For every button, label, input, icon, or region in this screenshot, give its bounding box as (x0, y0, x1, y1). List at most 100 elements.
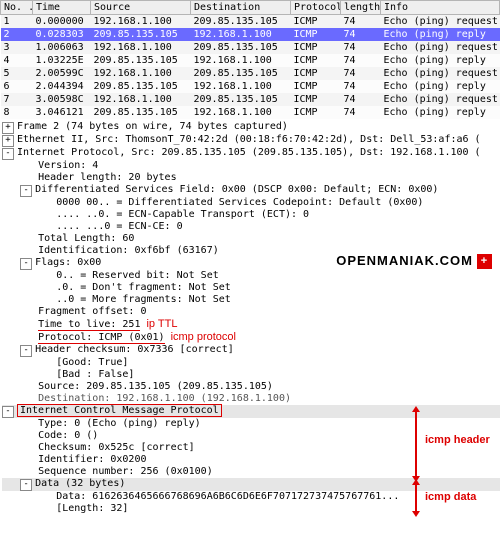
icmp-checksum: Checksum: 0x525c [correct] (38, 442, 195, 453)
cell-len: 74 (341, 28, 381, 41)
table-row[interactable]: 41.03225E209.85.135.105192.168.1.100ICMP… (1, 54, 500, 67)
cell-info: Echo (ping) reply (381, 106, 500, 119)
ip-checksum-bad: [Bad : False] (56, 369, 134, 380)
ip-source: Source: 209.85.135.105 (209.85.135.105) (38, 381, 273, 392)
cell-dst: 192.168.1.100 (191, 28, 291, 41)
ip-flag-reserved: 0.. = Reserved bit: Not Set (56, 270, 219, 281)
cell-time: 3.00598C (33, 93, 91, 106)
cell-proto: ICMP (291, 106, 341, 119)
cell-dst: 209.85.135.105 (191, 15, 291, 29)
cell-time: 0.028303 (33, 28, 91, 41)
cell-dst: 192.168.1.100 (191, 106, 291, 119)
cell-no: 6 (1, 80, 33, 93)
arrow-icmp-data (415, 484, 417, 512)
cell-dst: 192.168.1.100 (191, 80, 291, 93)
cell-info: Echo (ping) reply (381, 80, 500, 93)
icmp-identifier: Identifier: 0x0200 (38, 454, 146, 465)
cell-time: 2.00599C (33, 67, 91, 80)
col-header[interactable]: No. . (1, 1, 33, 15)
cell-proto: ICMP (291, 28, 341, 41)
table-row[interactable]: 10.000000192.168.1.100209.85.135.105ICMP… (1, 15, 500, 29)
cell-no: 2 (1, 28, 33, 41)
packet-details-tree[interactable]: +Frame 2 (74 bytes on wire, 74 bytes cap… (0, 119, 500, 517)
collapse-icon[interactable]: - (20, 479, 32, 491)
collapse-icon[interactable]: - (2, 406, 14, 418)
collapse-icon[interactable]: - (20, 185, 32, 197)
col-header[interactable]: Info (381, 1, 500, 15)
annotation-icmp-protocol: icmp protocol (171, 331, 236, 343)
cell-proto: ICMP (291, 93, 341, 106)
cell-dst: 209.85.135.105 (191, 93, 291, 106)
ip-ecn-ce: .... ...0 = ECN-CE: 0 (56, 221, 182, 232)
ip-checksum: Header checksum: 0x7336 [correct] (35, 344, 234, 355)
ip-identification: Identification: 0xf6bf (63167) (38, 245, 219, 256)
table-row[interactable]: 20.028303209.85.135.105192.168.1.100ICMP… (1, 28, 500, 41)
cell-src: 209.85.135.105 (91, 28, 191, 41)
cell-no: 7 (1, 93, 33, 106)
expand-icon[interactable]: + (2, 122, 14, 134)
cell-time: 1.03225E (33, 54, 91, 67)
ip-header-length: Header length: 20 bytes (38, 172, 176, 183)
cell-info: Echo (ping) request (381, 93, 500, 106)
col-header[interactable]: Time (33, 1, 91, 15)
collapse-icon[interactable]: - (2, 148, 14, 160)
packet-list-table[interactable]: No. .TimeSourceDestinationProtocollength… (0, 0, 500, 119)
icmp-data-hex: Data: 6162636465666768696A6B6C6D6E6F7071… (56, 491, 399, 502)
cell-time: 2.044394 (33, 80, 91, 93)
icmp-summary: Internet Control Message Protocol (17, 404, 222, 417)
icmp-data-summary: Data (32 bytes) (35, 478, 125, 489)
col-header[interactable]: Protocol (291, 1, 341, 15)
cell-proto: ICMP (291, 67, 341, 80)
cell-len: 74 (341, 54, 381, 67)
cell-len: 74 (341, 106, 381, 119)
cell-proto: ICMP (291, 80, 341, 93)
table-row[interactable]: 73.00598C192.168.1.100209.85.135.105ICMP… (1, 93, 500, 106)
arrow-icmp-header (415, 411, 417, 477)
cell-no: 1 (1, 15, 33, 29)
collapse-icon[interactable]: - (20, 345, 32, 357)
ip-checksum-good: [Good: True] (56, 357, 128, 368)
cell-time: 3.046121 (33, 106, 91, 119)
cell-info: Echo (ping) request (381, 15, 500, 29)
icmp-data-length: [Length: 32] (56, 503, 128, 514)
ip-dsf: Differentiated Services Field: 0x00 (DSC… (35, 184, 438, 195)
cell-len: 74 (341, 15, 381, 29)
table-row[interactable]: 62.044394209.85.135.105192.168.1.100ICMP… (1, 80, 500, 93)
cell-src: 192.168.1.100 (91, 41, 191, 54)
cell-time: 0.000000 (33, 15, 91, 29)
ip-version: Version: 4 (38, 160, 98, 171)
swiss-flag-icon: + (477, 254, 492, 269)
frame-summary: Frame 2 (74 bytes on wire, 74 bytes capt… (17, 121, 288, 132)
ip-ect: .... ..0. = ECN-Capable Transport (ECT):… (56, 209, 309, 220)
icmp-code: Code: 0 () (38, 430, 98, 441)
annotation-ip-ttl: ip TTL (146, 318, 177, 330)
ip-flag-df: .0. = Don't fragment: Not Set (56, 282, 231, 293)
col-header[interactable]: Destination (191, 1, 291, 15)
table-row[interactable]: 52.00599C192.168.1.100209.85.135.105ICMP… (1, 67, 500, 80)
cell-src: 209.85.135.105 (91, 54, 191, 67)
icmp-sequence: Sequence number: 256 (0x0100) (38, 466, 213, 477)
ip-flag-mf: ..0 = More fragments: Not Set (56, 294, 231, 305)
table-row[interactable]: 31.006063192.168.1.100209.85.135.105ICMP… (1, 41, 500, 54)
cell-dst: 209.85.135.105 (191, 41, 291, 54)
ip-protocol: Protocol: ICMP (0x01) (38, 332, 164, 344)
cell-len: 74 (341, 41, 381, 54)
ip-dscp: 0000 00.. = Differentiated Services Code… (56, 197, 423, 208)
cell-dst: 209.85.135.105 (191, 67, 291, 80)
cell-no: 3 (1, 41, 33, 54)
cell-dst: 192.168.1.100 (191, 54, 291, 67)
ip-summary: Internet Protocol, Src: 209.85.135.105 (… (17, 147, 481, 158)
annotation-icmp-header: icmp header (425, 434, 490, 446)
col-header[interactable]: Source (91, 1, 191, 15)
cell-info: Echo (ping) request (381, 67, 500, 80)
cell-src: 209.85.135.105 (91, 106, 191, 119)
icmp-type: Type: 0 (Echo (ping) reply) (38, 418, 201, 429)
annotation-icmp-data: icmp data (425, 491, 476, 503)
col-header[interactable]: length (341, 1, 381, 15)
cell-info: Echo (ping) reply (381, 28, 500, 41)
cell-info: Echo (ping) request (381, 41, 500, 54)
expand-icon[interactable]: + (2, 135, 14, 147)
table-row[interactable]: 83.046121209.85.135.105192.168.1.100ICMP… (1, 106, 500, 119)
cell-src: 192.168.1.100 (91, 15, 191, 29)
collapse-icon[interactable]: - (20, 258, 32, 270)
